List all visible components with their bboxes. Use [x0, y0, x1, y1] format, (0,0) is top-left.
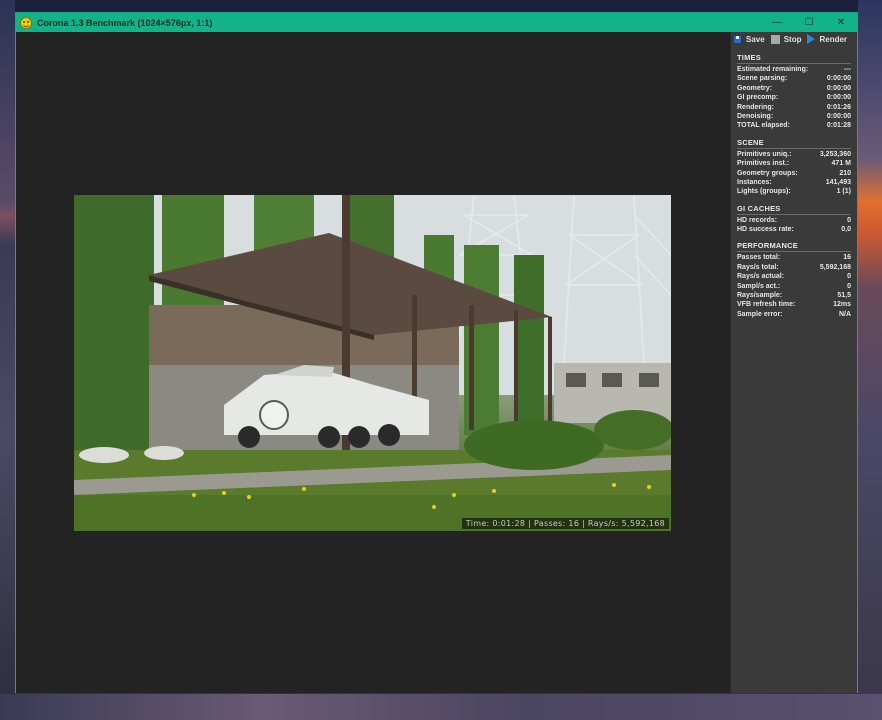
stat-label: TOTAL elapsed: [737, 122, 790, 130]
stat-value: 471 M [831, 160, 851, 168]
close-button[interactable]: ✕ [825, 13, 857, 32]
stat-value: N/A [838, 310, 851, 318]
window-controls: — ☐ ✕ [761, 13, 857, 32]
stop-icon [770, 34, 780, 44]
stat-row: Instances: 141,493 [737, 178, 851, 187]
stat-value: 1 (1) [836, 188, 851, 196]
rendered-scene-illustration [74, 195, 671, 531]
stat-row: Scene parsing: 0:00:00 [737, 74, 851, 83]
window-title: Corona 1.3 Benchmark (1024×576px, 1:1) [37, 17, 213, 28]
render-button-label: Render [819, 34, 848, 44]
stop-button-label: Stop [783, 34, 802, 44]
stat-value: 0:01:26 [826, 103, 851, 111]
stat-label: Primitives inst.: [737, 160, 790, 168]
stat-row: HD success rate: 0,0 [737, 225, 851, 234]
stat-value: 0 [847, 273, 851, 281]
section-title: GI CACHES [737, 204, 851, 215]
stat-value: 0:00:00 [826, 75, 851, 83]
stat-row: Rays/s actual: 0 [737, 272, 851, 281]
rendered-image: Time: 0:01:28 | Passes: 16 | Rays/s: 5,5… [74, 195, 671, 531]
stat-row: Rays/s total: 5,592,168 [737, 263, 851, 272]
stat-value: 0 [847, 216, 851, 224]
stat-row: Denoising: 0:00:00 [737, 112, 851, 121]
stat-value: 0 [847, 282, 851, 290]
stat-label: Passes total: [737, 254, 781, 262]
stat-label: Denoising: [737, 112, 774, 120]
stat-row: Geometry groups: 210 [737, 169, 851, 178]
stat-row: Primitives uniq.: 3,253,360 [737, 150, 851, 159]
stat-row: Primitives inst.: 471 M [737, 159, 851, 168]
stat-value: 0:00:00 [826, 84, 851, 92]
times-section: TIMES Estimated remaining: --- Scene pars… [731, 53, 857, 131]
render-button[interactable]: Render [807, 34, 847, 44]
desktop-background-bottom [0, 694, 882, 720]
stat-value: 0:00:00 [826, 112, 851, 120]
stat-row: Geometry: 0:00:00 [737, 84, 851, 93]
stop-button[interactable]: Stop [770, 34, 802, 44]
section-title: PERFORMANCE [737, 241, 851, 253]
smiley-app-icon [20, 16, 32, 29]
save-button-label: Save [746, 34, 765, 44]
stat-value: 12ms [833, 301, 851, 309]
stat-value: 0,0 [841, 226, 851, 234]
play-icon [807, 34, 816, 44]
stat-value: --- [844, 66, 851, 73]
stat-label: Sampl/s act.: [737, 282, 781, 290]
stat-row: Sampl/s act.: 0 [737, 282, 851, 291]
section-title: SCENE [737, 138, 851, 149]
stat-value: 5,592,168 [819, 263, 851, 271]
save-button[interactable]: Save [733, 34, 765, 44]
stat-value: 3,253,360 [819, 150, 851, 158]
stat-label: Geometry groups: [737, 169, 798, 177]
stat-label: Rays/sample: [737, 292, 783, 300]
toolbar: Save Stop Render [731, 32, 857, 46]
stat-label: VFB refresh time: [737, 301, 796, 309]
stat-label: Primitives uniq.: [737, 150, 792, 158]
stat-value: 51,5 [837, 292, 851, 300]
benchmark-window: Corona 1.3 Benchmark (1024×576px, 1:1) —… [15, 12, 858, 693]
stat-label: HD success rate: [737, 226, 794, 234]
stat-label: HD records: [737, 216, 778, 224]
stat-label: Estimated remaining: [737, 66, 809, 73]
stat-label: Lights (groups): [737, 188, 791, 196]
stat-value: 16 [843, 254, 851, 262]
desktop-background-right [858, 0, 882, 720]
save-icon [733, 34, 742, 44]
stat-value: 0:00:00 [826, 94, 851, 102]
gi-caches-section: GI CACHES HD records: 0 HD success rate: 0… [731, 204, 857, 235]
stat-row: Passes total: 16 [737, 253, 851, 262]
stat-row: GI precomp: 0:00:00 [737, 93, 851, 102]
stat-row: HD records: 0 [737, 216, 851, 225]
stat-row: Rays/sample: 51,5 [737, 291, 851, 300]
render-viewport: Time: 0:01:28 | Passes: 16 | Rays/s: 5,5… [16, 32, 730, 693]
stat-row: Estimated remaining: --- [737, 65, 851, 74]
stat-label: Instances: [737, 178, 772, 186]
stat-label: Scene parsing: [737, 75, 788, 83]
stat-value: 210 [839, 169, 851, 177]
desktop-background-left [0, 0, 15, 720]
stat-row: VFB refresh time: 12ms [737, 300, 851, 309]
stat-value: 0:01:28 [826, 122, 851, 130]
minimize-button[interactable]: — [761, 13, 793, 32]
stat-label: GI precomp: [737, 94, 779, 102]
maximize-button[interactable]: ☐ [793, 13, 825, 32]
stat-row: TOTAL elapsed: 0:01:28 [737, 121, 851, 130]
stat-row: Sample error: N/A [737, 310, 851, 319]
stat-row: Rendering: 0:01:26 [737, 103, 851, 112]
render-stats-overlay: Time: 0:01:28 | Passes: 16 | Rays/s: 5,5… [461, 518, 669, 529]
scene-section: SCENE Primitives uniq.: 3,253,360 Primiti… [731, 138, 857, 197]
stat-label: Rendering: [737, 103, 774, 111]
performance-section: PERFORMANCE Passes total: 16 Rays/s total… [731, 241, 857, 319]
stat-label: Geometry: [737, 84, 773, 92]
stat-row: Lights (groups): 1 (1) [737, 187, 851, 196]
stat-value: 141,493 [825, 178, 851, 186]
stat-label: Rays/s total: [737, 263, 779, 271]
stat-label: Rays/s actual: [737, 273, 785, 281]
section-title: TIMES [737, 53, 851, 64]
stat-label: Sample error: [737, 310, 783, 318]
title-bar[interactable]: Corona 1.3 Benchmark (1024×576px, 1:1) —… [16, 13, 857, 32]
stats-panel: Save Stop Render TIMES Estimated remaini… [730, 32, 857, 693]
